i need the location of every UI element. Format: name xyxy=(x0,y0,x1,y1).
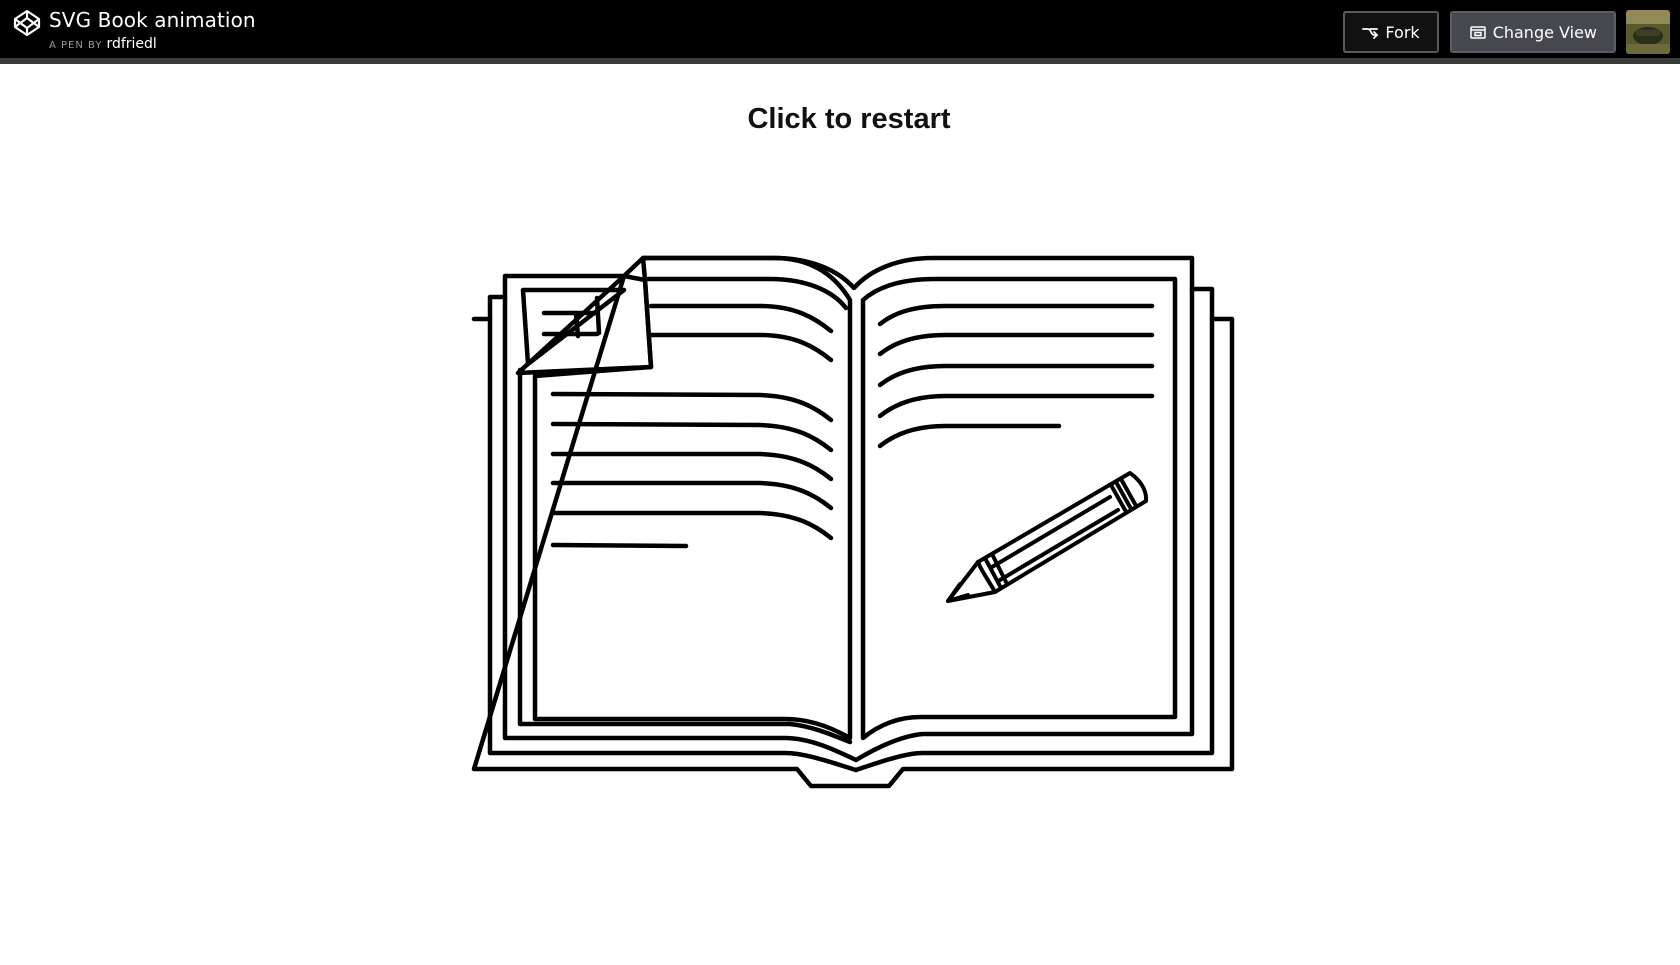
right-page xyxy=(860,276,1178,741)
left-text-line-3 xyxy=(550,391,834,423)
left-text-line-1 xyxy=(648,303,834,334)
pencil-icon xyxy=(946,471,1149,603)
right-text-line-2 xyxy=(877,332,1155,357)
left-page-top xyxy=(645,276,849,311)
right-text-line-4 xyxy=(877,393,1155,419)
right-text-line-1 xyxy=(877,303,1155,327)
book-illustration[interactable] xyxy=(0,0,1680,965)
left-page xyxy=(532,255,853,741)
left-text-line-6 xyxy=(550,480,834,511)
right-text-line-5 xyxy=(877,423,1062,449)
page-stack-left-2 xyxy=(502,294,859,763)
left-text-line-8 xyxy=(550,542,689,549)
page-stack-right-2 xyxy=(853,286,1195,763)
left-text-line-5 xyxy=(550,451,834,482)
left-text-line-2 xyxy=(648,332,834,363)
right-text-line-3 xyxy=(877,363,1155,388)
left-text-line-4 xyxy=(550,421,834,453)
page-stack-right-1 xyxy=(853,316,1215,773)
left-text-line-7 xyxy=(550,510,834,541)
